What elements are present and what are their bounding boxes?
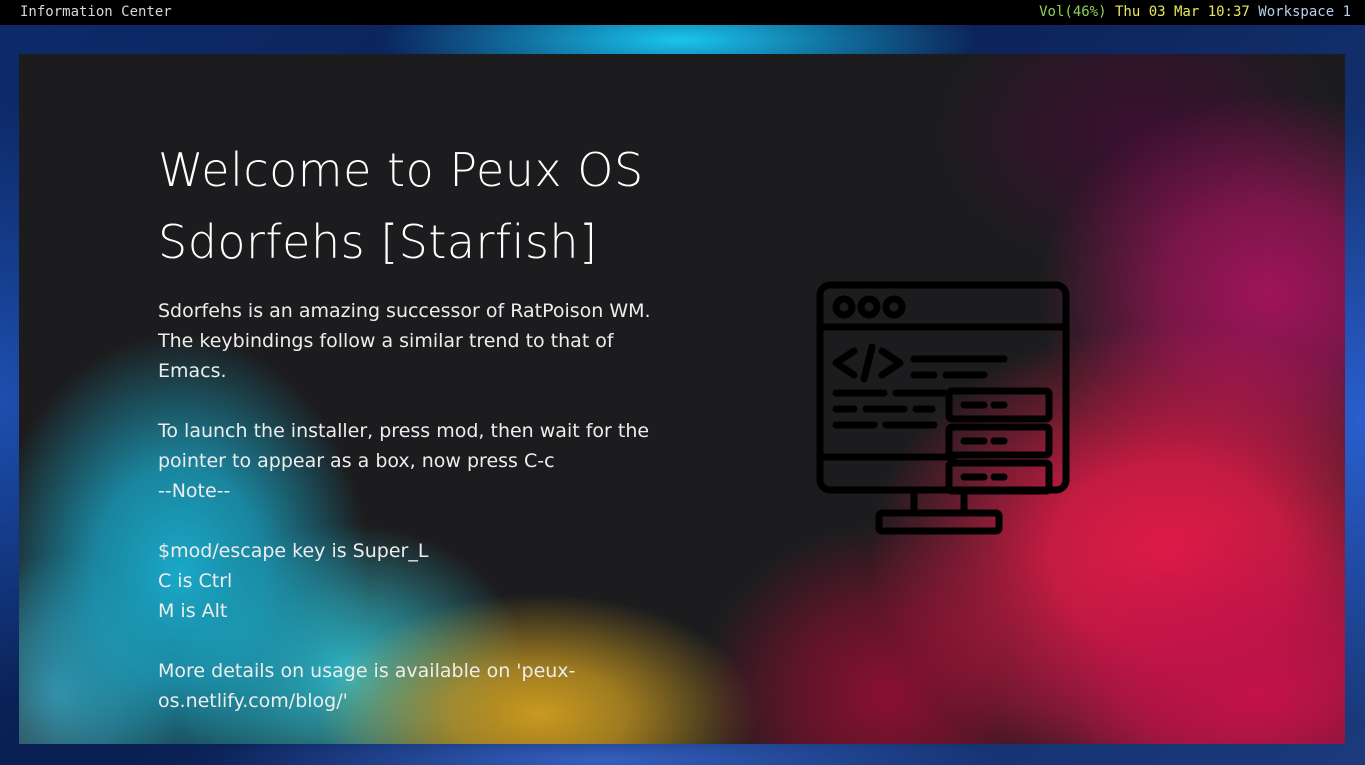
installer-instructions: To launch the installer, press mod, then… xyxy=(158,420,650,472)
more-details-link-text: More details on usage is available on 'p… xyxy=(158,660,576,712)
status-bar: Information Center Vol(46%) Thu 03 Mar 1… xyxy=(0,0,1365,25)
volume-indicator[interactable]: Vol(46%) xyxy=(1039,4,1106,20)
desktop: Information Center Vol(46%) Thu 03 Mar 1… xyxy=(0,0,1365,765)
status-indicators: Vol(46%) Thu 03 Mar 10:37 Workspace 1 xyxy=(1039,0,1351,25)
alt-key-note: M is Alt xyxy=(158,600,228,622)
clock: Thu 03 Mar 10:37 xyxy=(1114,4,1250,20)
information-center-window: Welcome to Peux OS Sdorfehs [Starfish] S… xyxy=(19,54,1345,744)
welcome-content: Welcome to Peux OS Sdorfehs [Starfish] S… xyxy=(158,134,688,716)
window-title: Information Center xyxy=(20,4,172,20)
mod-key-note: $mod/escape key is Super_L xyxy=(158,540,429,562)
page-title: Welcome to Peux OS Sdorfehs [Starfish] xyxy=(158,134,688,278)
ctrl-key-note: C is Ctrl xyxy=(158,570,233,592)
title-line-2: Sdorfehs [Starfish] xyxy=(158,215,598,269)
body-text: Sdorfehs is an amazing successor of RatP… xyxy=(158,296,688,716)
title-line-1: Welcome to Peux OS xyxy=(158,143,644,197)
intro-paragraph: Sdorfehs is an amazing successor of RatP… xyxy=(158,300,651,382)
code-monitor-server-icon xyxy=(816,281,1070,535)
note-heading: --Note-- xyxy=(158,480,231,502)
workspace-indicator[interactable]: Workspace 1 xyxy=(1258,4,1351,20)
